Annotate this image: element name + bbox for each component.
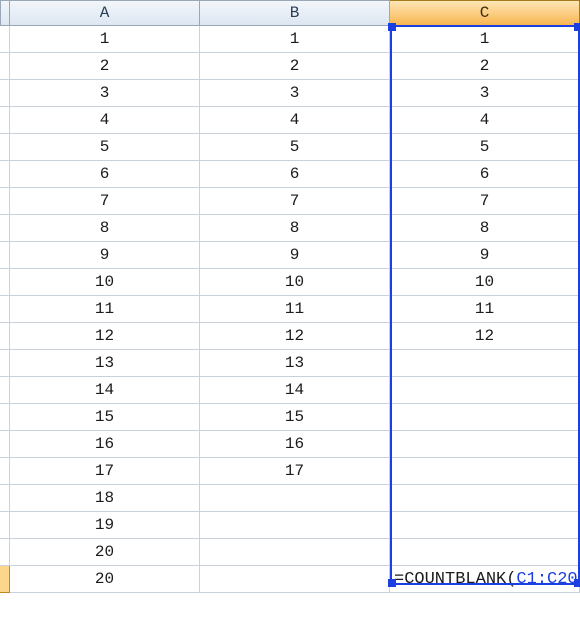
row-gutter <box>0 26 10 53</box>
row-gutter <box>0 539 10 566</box>
cell-c-7[interactable]: 7 <box>390 188 580 215</box>
cell-b-17[interactable]: 17 <box>200 458 390 485</box>
column-header-a[interactable]: A <box>10 0 200 26</box>
formula-edit-cell[interactable]: =COUNTBLANK(C1:C20) <box>390 566 580 593</box>
row-gutter <box>0 161 10 188</box>
row-gutter <box>0 458 10 485</box>
row-gutter <box>0 377 10 404</box>
cell-b-9[interactable]: 9 <box>200 242 390 269</box>
cell-c-16[interactable] <box>390 431 580 458</box>
cell-b-3[interactable]: 3 <box>200 80 390 107</box>
row-gutter <box>0 431 10 458</box>
cell-a-3[interactable]: 3 <box>10 80 200 107</box>
column-header-b[interactable]: B <box>200 0 390 26</box>
cell-a-7[interactable]: 7 <box>10 188 200 215</box>
row-gutter <box>0 404 10 431</box>
cell-c-11[interactable]: 11 <box>390 296 580 323</box>
cell-c-9[interactable]: 9 <box>390 242 580 269</box>
cell-b-8[interactable]: 8 <box>200 215 390 242</box>
cell-a-14[interactable]: 14 <box>10 377 200 404</box>
column-header-c[interactable]: C <box>390 0 580 26</box>
cell-b-7[interactable]: 7 <box>200 188 390 215</box>
header-gutter <box>0 0 10 26</box>
row-gutter <box>0 188 10 215</box>
cell-a-6[interactable]: 6 <box>10 161 200 188</box>
cell-a-12[interactable]: 12 <box>10 323 200 350</box>
cell-c-20[interactable] <box>390 539 580 566</box>
cell-c-12[interactable]: 12 <box>390 323 580 350</box>
cell-b-13[interactable]: 13 <box>200 350 390 377</box>
cell-c-1[interactable]: 1 <box>390 26 580 53</box>
formula-range-reference: C1:C20 <box>516 570 577 589</box>
cell-c-10[interactable]: 10 <box>390 269 580 296</box>
cell-b-18[interactable] <box>200 485 390 512</box>
spreadsheet-viewport: ABC1112223334445556667778889991010101111… <box>0 0 580 593</box>
cell-a-19[interactable]: 19 <box>10 512 200 539</box>
cell-c-19[interactable] <box>390 512 580 539</box>
cell-b-5[interactable]: 5 <box>200 134 390 161</box>
row-gutter <box>0 323 10 350</box>
cell-c-17[interactable] <box>390 458 580 485</box>
cell-c-6[interactable]: 6 <box>390 161 580 188</box>
cell-b-10[interactable]: 10 <box>200 269 390 296</box>
row-gutter <box>0 242 10 269</box>
cell-a-17[interactable]: 17 <box>10 458 200 485</box>
cell-a-18[interactable]: 18 <box>10 485 200 512</box>
cell-c-14[interactable] <box>390 377 580 404</box>
cell-a-16[interactable]: 16 <box>10 431 200 458</box>
cell-a-9[interactable]: 9 <box>10 242 200 269</box>
row-gutter <box>0 53 10 80</box>
cell-b-2[interactable]: 2 <box>200 53 390 80</box>
cell-a-11[interactable]: 11 <box>10 296 200 323</box>
row-gutter <box>0 134 10 161</box>
row-gutter <box>0 512 10 539</box>
cell-c-15[interactable] <box>390 404 580 431</box>
cell-a-2[interactable]: 2 <box>10 53 200 80</box>
cell-b-6[interactable]: 6 <box>200 161 390 188</box>
cell-a-20[interactable]: 20 <box>10 539 200 566</box>
cell-a-10[interactable]: 10 <box>10 269 200 296</box>
row-gutter-active <box>0 566 10 593</box>
cell-c-4[interactable]: 4 <box>390 107 580 134</box>
cell-a-15[interactable]: 15 <box>10 404 200 431</box>
cell-c-13[interactable] <box>390 350 580 377</box>
cell-c-2[interactable]: 2 <box>390 53 580 80</box>
cell-a-21[interactable]: 20 <box>10 566 200 593</box>
row-gutter <box>0 80 10 107</box>
cell-b-21[interactable] <box>200 566 390 593</box>
cell-c-5[interactable]: 5 <box>390 134 580 161</box>
cell-c-8[interactable]: 8 <box>390 215 580 242</box>
row-gutter <box>0 215 10 242</box>
cell-b-16[interactable]: 16 <box>200 431 390 458</box>
cell-b-15[interactable]: 15 <box>200 404 390 431</box>
cell-a-1[interactable]: 1 <box>10 26 200 53</box>
row-gutter <box>0 350 10 377</box>
cell-c-3[interactable]: 3 <box>390 80 580 107</box>
cell-a-4[interactable]: 4 <box>10 107 200 134</box>
cell-a-13[interactable]: 13 <box>10 350 200 377</box>
formula-function-name: =COUNTBLANK <box>394 570 506 589</box>
spreadsheet-grid[interactable]: ABC1112223334445556667778889991010101111… <box>0 0 580 593</box>
row-gutter <box>0 107 10 134</box>
cell-b-20[interactable] <box>200 539 390 566</box>
cell-b-14[interactable]: 14 <box>200 377 390 404</box>
cell-b-4[interactable]: 4 <box>200 107 390 134</box>
formula-open-paren: ( <box>506 570 516 589</box>
row-gutter <box>0 269 10 296</box>
cell-b-12[interactable]: 12 <box>200 323 390 350</box>
cell-a-8[interactable]: 8 <box>10 215 200 242</box>
row-gutter <box>0 485 10 512</box>
cell-b-11[interactable]: 11 <box>200 296 390 323</box>
row-gutter <box>0 296 10 323</box>
cell-b-19[interactable] <box>200 512 390 539</box>
cell-a-5[interactable]: 5 <box>10 134 200 161</box>
cell-c-18[interactable] <box>390 485 580 512</box>
cell-b-1[interactable]: 1 <box>200 26 390 53</box>
